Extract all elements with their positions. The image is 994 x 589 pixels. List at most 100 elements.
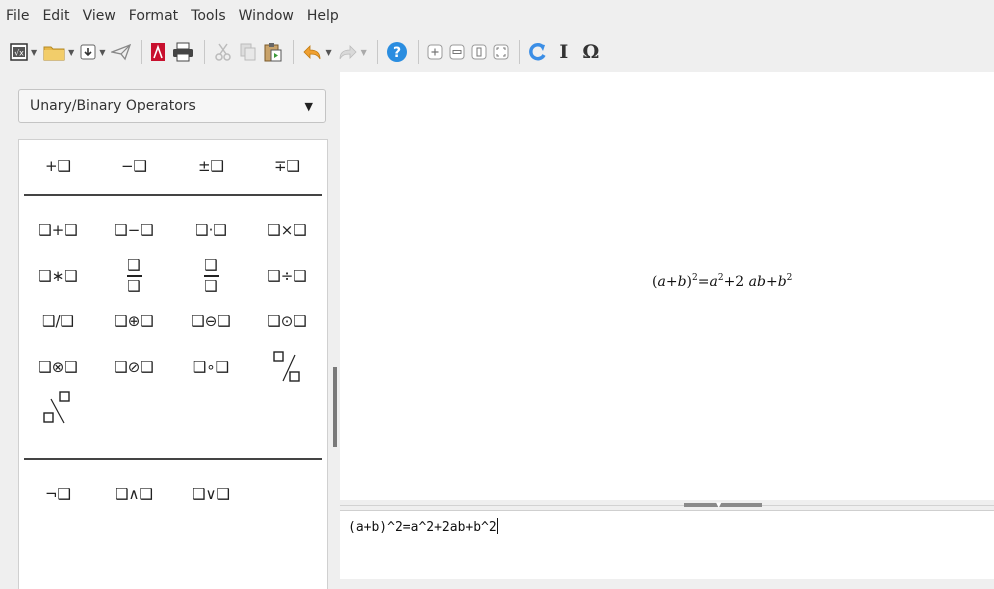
element-subtraction[interactable]: ❑−❑ (99, 210, 169, 250)
element-minus-plus[interactable]: ∓❑ (252, 146, 322, 186)
special-character-button[interactable]: Ω (580, 39, 602, 65)
element-multiplication-dot[interactable]: ❑·❑ (176, 210, 246, 250)
denominator-placeholder: ❑ (127, 276, 141, 295)
element-slash[interactable]: ❑/❑ (23, 301, 93, 341)
copy-button[interactable] (239, 39, 257, 65)
fit-to-page-icon (493, 44, 509, 60)
symbols-icon: I (559, 41, 569, 63)
dropdown-arrow-icon[interactable]: ▼ (31, 48, 37, 57)
help-icon: ? (386, 42, 407, 62)
elements-sidebar: Unary/Binary Operators ▼ +❑ −❑ ±❑ ∓❑ ❑+❑… (0, 72, 338, 589)
element-unary-plus[interactable]: +❑ (23, 146, 93, 186)
menu-edit[interactable]: Edit (36, 0, 76, 32)
paste-button[interactable] (263, 39, 283, 65)
element-palette: +❑ −❑ ±❑ ∓❑ ❑+❑ ❑−❑ ❑·❑ ❑×❑ ❑∗❑ ❑ ❑ ❑ ❑ ❑÷… (18, 139, 328, 589)
element-plus-minus[interactable]: ±❑ (176, 146, 246, 186)
redo-button[interactable]: ▼ (338, 39, 367, 65)
dropdown-arrow-icon[interactable]: ▼ (68, 48, 74, 57)
open-button[interactable]: ▼ (43, 39, 74, 65)
formula-plus: + (723, 274, 736, 290)
help-button[interactable]: ? (386, 39, 408, 65)
element-wide-backslash[interactable] (23, 388, 93, 428)
element-boolean-not[interactable]: ¬❑ (23, 474, 93, 514)
wide-backslash-icon (43, 391, 70, 424)
dropdown-arrow-icon[interactable]: ▼ (361, 48, 367, 57)
print-button[interactable] (172, 39, 194, 65)
zoom-in-button[interactable] (427, 39, 443, 65)
update-button[interactable] (528, 39, 548, 65)
scissors-icon (215, 43, 232, 61)
printer-icon (173, 42, 194, 62)
toolbar-separator (293, 40, 295, 64)
menu-file[interactable]: File (0, 0, 36, 32)
element-boolean-and[interactable]: ❑∧❑ (99, 474, 169, 514)
svg-text:?: ? (393, 45, 401, 61)
zoom-out-button[interactable] (449, 39, 465, 65)
export-pdf-button[interactable] (150, 39, 166, 65)
dropdown-arrow-icon[interactable]: ▼ (325, 48, 331, 57)
zoom-out-icon (449, 44, 465, 60)
element-circled-dot[interactable]: ❑⊙❑ (252, 301, 322, 341)
formula-lhs: (a+b) (652, 274, 692, 290)
show-all-button[interactable] (493, 39, 509, 65)
element-circled-times[interactable]: ❑⊗❑ (23, 347, 93, 387)
menu-tools[interactable]: Tools (185, 0, 233, 32)
zoom-in-icon (427, 44, 443, 60)
formula-command-editor[interactable]: (a+b)^2=a^2+2ab+b^2 (340, 510, 994, 579)
element-unary-minus[interactable]: −❑ (99, 146, 169, 186)
clipboard-icon (264, 43, 282, 62)
text-caret (496, 518, 498, 534)
formula-preview[interactable]: (a+b)2=a2+2 ab+b2 (340, 72, 994, 500)
toolbar-separator (518, 40, 520, 64)
save-button[interactable]: ▼ (80, 39, 105, 65)
paper-plane-icon (111, 43, 132, 61)
toolbar-separator (204, 40, 206, 64)
element-circled-minus[interactable]: ❑⊖❑ (176, 301, 246, 341)
section-divider (24, 194, 322, 196)
wide-slash-icon (273, 351, 300, 382)
binary-row (19, 388, 327, 428)
splitter-line (340, 505, 994, 506)
refresh-icon (528, 42, 546, 61)
element-fraction[interactable]: ❑ ❑ (99, 256, 169, 296)
element-multiplication-x[interactable]: ❑×❑ (252, 210, 322, 250)
menu-help[interactable]: Help (301, 0, 346, 32)
element-fraction-large[interactable]: ❑ ❑ (176, 256, 246, 296)
element-composition[interactable]: ❑∘❑ (176, 347, 246, 387)
symbols-button[interactable]: I (554, 39, 574, 65)
editor-splitter[interactable]: ▼ (340, 500, 994, 510)
copy-icon (240, 43, 256, 61)
binary-row: ❑+❑ ❑−❑ ❑·❑ ❑×❑ (19, 210, 327, 250)
element-boolean-or[interactable]: ❑∨❑ (176, 474, 246, 514)
logic-row: ¬❑ ❑∧❑ ❑∨❑ (19, 474, 327, 514)
element-multiplication-asterisk[interactable]: ❑∗❑ (23, 256, 93, 296)
binary-row: ❑⊗❑ ❑⊘❑ ❑∘❑ (19, 347, 327, 387)
redo-icon (339, 45, 357, 60)
element-wide-slash[interactable] (252, 347, 322, 387)
collapse-arrow-icon: ▼ (716, 501, 722, 509)
export-direct-button[interactable] (111, 39, 132, 65)
formula-middle-term: 2 ab (735, 274, 766, 290)
menu-format[interactable]: Format (123, 0, 185, 32)
toolbar-separator (141, 40, 143, 64)
cut-button[interactable] (213, 39, 233, 65)
new-document-button[interactable]: √x ▼ (10, 39, 37, 65)
menu-window[interactable]: Window (233, 0, 301, 32)
sidebar-splitter-handle[interactable] (333, 367, 337, 447)
formula-term-a: a (709, 274, 718, 290)
undo-button[interactable]: ▼ (302, 39, 332, 65)
new-formula-icon: √x (10, 43, 28, 61)
splitter-handle[interactable] (684, 503, 762, 507)
element-circled-plus[interactable]: ❑⊕❑ (99, 301, 169, 341)
zoom-100-button[interactable] (471, 39, 487, 65)
element-category-dropdown[interactable]: Unary/Binary Operators ▼ (18, 89, 326, 123)
dropdown-arrow-icon[interactable]: ▼ (99, 48, 105, 57)
omega-icon: Ω (582, 41, 600, 63)
menu-bar: File Edit View Format Tools Window Help (0, 0, 994, 32)
zoom-100-icon (471, 44, 487, 60)
menu-view[interactable]: View (77, 0, 123, 32)
element-circled-slash[interactable]: ❑⊘❑ (99, 347, 169, 387)
folder-icon (43, 46, 65, 61)
element-addition[interactable]: ❑+❑ (23, 210, 93, 250)
element-division[interactable]: ❑÷❑ (252, 256, 322, 296)
